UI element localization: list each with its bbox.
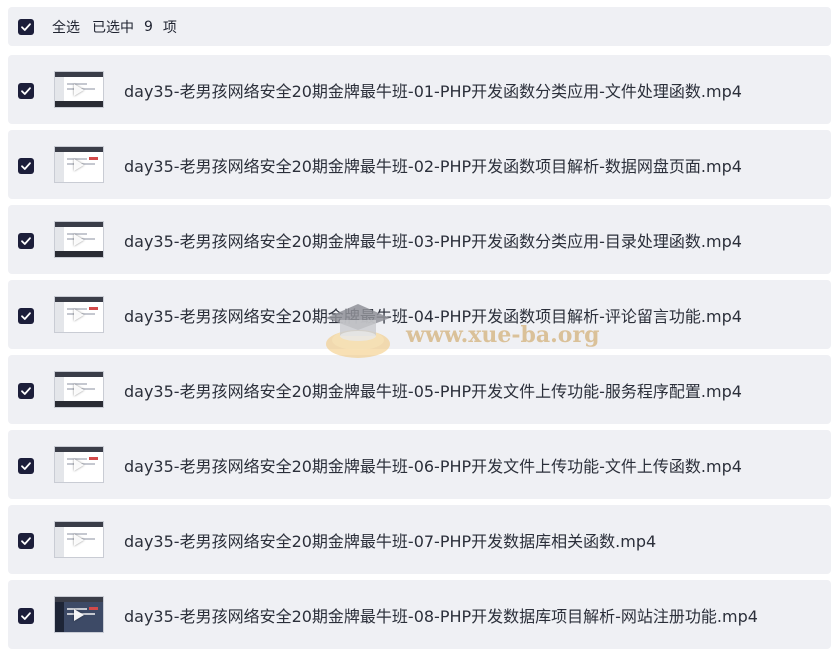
selected-count: 9 bbox=[144, 18, 153, 35]
select-all-checkbox[interactable] bbox=[18, 18, 34, 35]
file-row[interactable]: day35-老男孩网络安全20期金牌最牛班-04-PHP开发函数项目解析-评论留… bbox=[8, 280, 831, 349]
selected-unit: 项 bbox=[162, 19, 177, 36]
file-checkbox[interactable] bbox=[18, 308, 34, 324]
checkmark-icon bbox=[21, 312, 31, 320]
file-row[interactable]: day35-老男孩网络安全20期金牌最牛班-03-PHP开发函数分类应用-目录处… bbox=[8, 205, 831, 274]
file-checkbox[interactable] bbox=[18, 383, 34, 399]
video-thumbnail[interactable] bbox=[54, 371, 104, 408]
file-name[interactable]: day35-老男孩网络安全20期金牌最牛班-08-PHP开发数据库项目解析-网站… bbox=[124, 603, 758, 627]
select-all-label[interactable]: 全选 bbox=[52, 17, 80, 37]
file-row[interactable]: day35-老男孩网络安全20期金牌最牛班-08-PHP开发数据库项目解析-网站… bbox=[8, 580, 831, 649]
play-icon bbox=[74, 458, 84, 471]
file-row[interactable]: day35-老男孩网络安全20期金牌最牛班-07-PHP开发数据库相关函数.mp… bbox=[8, 505, 831, 574]
play-icon bbox=[74, 533, 84, 546]
file-checkbox[interactable] bbox=[18, 83, 34, 99]
file-name[interactable]: day35-老男孩网络安全20期金牌最牛班-06-PHP开发文件上传功能-文件上… bbox=[124, 453, 742, 477]
file-checkbox[interactable] bbox=[18, 533, 34, 549]
checkmark-icon bbox=[21, 162, 31, 170]
file-name[interactable]: day35-老男孩网络安全20期金牌最牛班-05-PHP开发文件上传功能-服务程… bbox=[124, 378, 742, 402]
video-thumbnail[interactable] bbox=[54, 146, 104, 183]
checkmark-icon bbox=[21, 462, 31, 470]
file-checkbox[interactable] bbox=[18, 608, 34, 624]
file-row[interactable]: day35-老男孩网络安全20期金牌最牛班-02-PHP开发函数项目解析-数据网… bbox=[8, 130, 831, 199]
file-name[interactable]: day35-老男孩网络安全20期金牌最牛班-04-PHP开发函数项目解析-评论留… bbox=[124, 303, 742, 327]
video-thumbnail[interactable] bbox=[54, 71, 104, 108]
video-thumbnail[interactable] bbox=[54, 596, 104, 633]
video-thumbnail[interactable] bbox=[54, 221, 104, 258]
selected-prefix: 已选中 bbox=[92, 19, 134, 36]
checkmark-icon bbox=[21, 237, 31, 245]
play-icon bbox=[74, 158, 84, 171]
file-name[interactable]: day35-老男孩网络安全20期金牌最牛班-07-PHP开发数据库相关函数.mp… bbox=[124, 528, 656, 552]
file-row[interactable]: day35-老男孩网络安全20期金牌最牛班-01-PHP开发函数分类应用-文件处… bbox=[8, 55, 831, 124]
checkmark-icon bbox=[21, 87, 31, 95]
file-checkbox[interactable] bbox=[18, 458, 34, 474]
file-name[interactable]: day35-老男孩网络安全20期金牌最牛班-01-PHP开发函数分类应用-文件处… bbox=[124, 78, 742, 102]
video-thumbnail[interactable] bbox=[54, 296, 104, 333]
play-icon bbox=[74, 383, 84, 396]
file-name[interactable]: day35-老男孩网络安全20期金牌最牛班-03-PHP开发函数分类应用-目录处… bbox=[124, 228, 742, 252]
file-row[interactable]: day35-老男孩网络安全20期金牌最牛班-06-PHP开发文件上传功能-文件上… bbox=[8, 430, 831, 499]
play-icon bbox=[74, 233, 84, 246]
video-thumbnail[interactable] bbox=[54, 446, 104, 483]
file-checkbox[interactable] bbox=[18, 233, 34, 249]
play-icon bbox=[74, 608, 84, 621]
file-row[interactable]: day35-老男孩网络安全20期金牌最牛班-05-PHP开发文件上传功能-服务程… bbox=[8, 355, 831, 424]
checkmark-icon bbox=[21, 22, 31, 31]
file-name[interactable]: day35-老男孩网络安全20期金牌最牛班-02-PHP开发函数项目解析-数据网… bbox=[124, 153, 742, 177]
file-checkbox[interactable] bbox=[18, 158, 34, 174]
checkmark-icon bbox=[21, 387, 31, 395]
checkmark-icon bbox=[21, 537, 31, 545]
checkmark-icon bbox=[21, 612, 31, 620]
play-icon bbox=[74, 308, 84, 321]
select-all-bar: 全选 已选中 9 项 bbox=[8, 7, 831, 46]
play-icon bbox=[74, 83, 84, 96]
video-thumbnail[interactable] bbox=[54, 521, 104, 558]
